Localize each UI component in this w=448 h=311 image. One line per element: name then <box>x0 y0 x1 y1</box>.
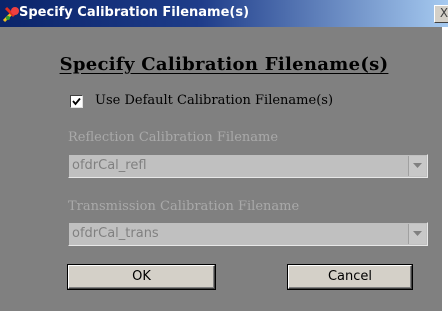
chevron-down-icon <box>413 163 422 168</box>
transmission-filename-value: ofdrCal_trans <box>72 226 159 241</box>
window-title: Specify Calibration Filename(s) <box>19 5 250 20</box>
checkmark-icon <box>72 97 81 106</box>
use-default-checkbox[interactable] <box>70 95 83 108</box>
use-default-label[interactable]: Use Default Calibration Filename(s) <box>95 93 333 108</box>
transmission-label: Transmission Calibration Filename <box>68 199 300 214</box>
reflection-filename-combo[interactable]: ofdrCal_refl <box>68 154 428 178</box>
reflection-filename-value: ofdrCal_refl <box>72 158 147 173</box>
ok-button[interactable]: OK <box>68 265 215 289</box>
cancel-button[interactable]: Cancel <box>288 265 412 289</box>
heading-text: Specify Calibration Filename(s) <box>59 54 389 75</box>
dialog-heading: Specify Calibration Filename(s) <box>0 54 448 75</box>
reflection-dropdown-button[interactable] <box>408 156 426 176</box>
chevron-down-icon <box>413 231 422 236</box>
title-bar[interactable]: Specify Calibration Filename(s) X <box>0 0 448 27</box>
close-button[interactable]: X <box>434 5 448 23</box>
transmission-dropdown-button[interactable] <box>408 224 426 244</box>
transmission-filename-combo[interactable]: ofdrCal_trans <box>68 222 428 246</box>
dialog-window: Specify Calibration Filename(s) X Specif… <box>0 0 448 311</box>
reflection-label: Reflection Calibration Filename <box>68 130 279 145</box>
